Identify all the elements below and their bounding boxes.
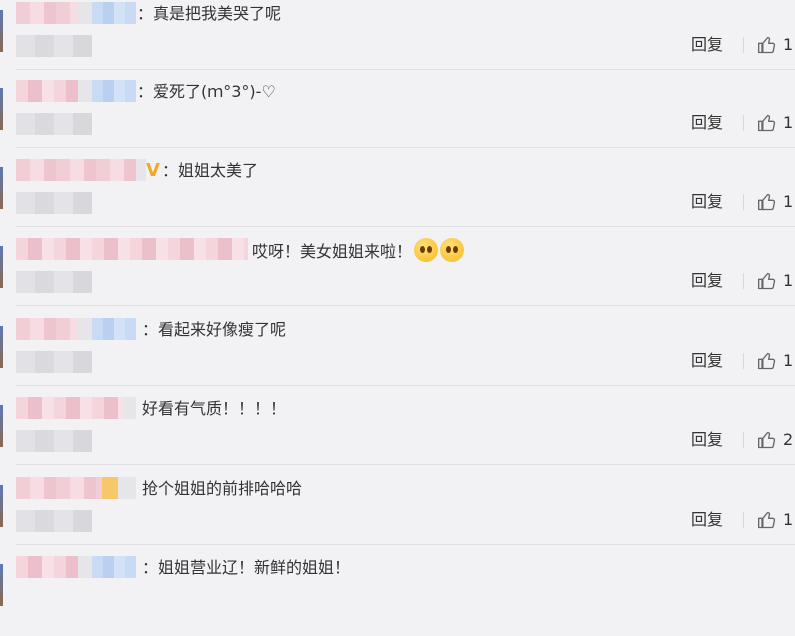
like-count: 1: [783, 35, 794, 54]
avatar[interactable]: [0, 10, 3, 52]
avatar[interactable]: [0, 564, 3, 606]
thumbs-up-icon: [758, 431, 776, 449]
avatar[interactable]: [0, 405, 3, 447]
separator: [743, 194, 744, 210]
separator: [743, 115, 744, 131]
thumbs-up-icon: [758, 36, 776, 54]
username-pixelated[interactable]: [16, 2, 136, 24]
comment-meta-pixelated: [16, 271, 92, 293]
comment-text: ：爱死了(ｍ°3°)-♡: [137, 82, 276, 101]
avatar[interactable]: [0, 326, 3, 368]
comment-row: ：真是把我美哭了呢 回复 1: [0, 2, 795, 82]
comment-text: 好看有气质！！！！: [142, 399, 287, 418]
username-pixelated[interactable]: [16, 238, 248, 260]
comment-list: ：真是把我美哭了呢 回复 1 ：爱死了(ｍ°3°)-♡ 回复 1 V ：姐姐太美…: [0, 0, 795, 606]
row-divider: [16, 305, 795, 306]
thumbs-up-icon: [758, 193, 776, 211]
comment-row: V ：姐姐太美了 回复 1: [0, 159, 795, 239]
like-button[interactable]: 2: [757, 428, 793, 452]
reply-button[interactable]: 回复: [691, 112, 723, 134]
like-count: 1: [783, 351, 794, 370]
separator: [743, 273, 744, 289]
like-count: 1: [783, 192, 794, 211]
reply-button[interactable]: 回复: [691, 191, 723, 213]
like-button[interactable]: 1: [757, 508, 793, 532]
avatar[interactable]: [0, 167, 3, 209]
separator: [743, 353, 744, 369]
username-pixelated[interactable]: [16, 318, 136, 340]
row-divider: [16, 544, 795, 545]
row-divider: [16, 147, 795, 148]
like-count: 1: [783, 271, 794, 290]
row-divider: [16, 464, 795, 465]
username-pixelated[interactable]: [16, 80, 136, 102]
comment-row: 好看有气质！！！！ 回复 2: [0, 397, 795, 477]
thumbs-up-icon: [758, 511, 776, 529]
comment-text: ：真是把我美哭了呢: [137, 4, 282, 23]
username-pixelated[interactable]: [16, 556, 136, 578]
comment-text: 哎呀！美女姐姐来啦！: [252, 238, 465, 262]
comment-meta-pixelated: [16, 351, 92, 373]
comment-text: ：姐姐营业辽！新鲜的姐姐！: [142, 558, 351, 577]
like-button[interactable]: 1: [757, 269, 793, 293]
avatar[interactable]: [0, 485, 3, 527]
like-count: 2: [783, 430, 794, 449]
reply-button[interactable]: 回复: [691, 350, 723, 372]
avatar[interactable]: [0, 88, 3, 130]
like-button[interactable]: 1: [757, 190, 793, 214]
row-divider: [16, 385, 795, 386]
like-count: 1: [783, 113, 794, 132]
username-pixelated[interactable]: [16, 477, 136, 499]
surprised-face-icon: [440, 238, 465, 262]
username-pixelated[interactable]: [16, 397, 136, 419]
thumbs-up-icon: [758, 272, 776, 290]
row-divider: [16, 69, 795, 70]
avatar[interactable]: [0, 246, 3, 288]
reply-button[interactable]: 回复: [691, 270, 723, 292]
comment-text: V ：姐姐太美了: [146, 159, 258, 183]
thumbs-up-icon: [758, 352, 776, 370]
username-pixelated[interactable]: [16, 159, 146, 181]
comment-text-body: 哎呀！美女姐姐来啦！: [252, 242, 413, 261]
comment-meta-pixelated: [16, 510, 92, 532]
surprised-face-icon: [414, 238, 439, 262]
comment-row: ：爱死了(ｍ°3°)-♡ 回复 1: [0, 80, 795, 160]
reply-button[interactable]: 回复: [691, 509, 723, 531]
like-button[interactable]: 1: [757, 33, 793, 57]
reply-button[interactable]: 回复: [691, 34, 723, 56]
comment-text-body: ：姐姐太美了: [161, 161, 258, 180]
separator: [743, 37, 744, 53]
thumbs-up-icon: [758, 114, 776, 132]
row-divider: [16, 226, 795, 227]
comment-meta-pixelated: [16, 113, 92, 135]
like-button[interactable]: 1: [757, 111, 793, 135]
comment-meta-pixelated: [16, 192, 92, 214]
comment-text: ：看起来好像瘦了呢: [142, 320, 287, 339]
separator: [743, 512, 744, 528]
comment-row: 哎呀！美女姐姐来啦！ 回复 1: [0, 238, 795, 318]
verified-v-icon: V: [146, 160, 160, 181]
separator: [743, 432, 744, 448]
comment-text: 抢个姐姐的前排哈哈哈: [142, 479, 303, 498]
comment-row: 抢个姐姐的前排哈哈哈 回复 1: [0, 477, 795, 557]
comment-meta-pixelated: [16, 430, 92, 452]
like-count: 1: [783, 510, 794, 529]
comment-row: ：看起来好像瘦了呢 回复 1: [0, 318, 795, 398]
comment-meta-pixelated: [16, 35, 92, 57]
comment-row: ：姐姐营业辽！新鲜的姐姐！: [0, 556, 795, 636]
reply-button[interactable]: 回复: [691, 429, 723, 451]
like-button[interactable]: 1: [757, 349, 793, 373]
